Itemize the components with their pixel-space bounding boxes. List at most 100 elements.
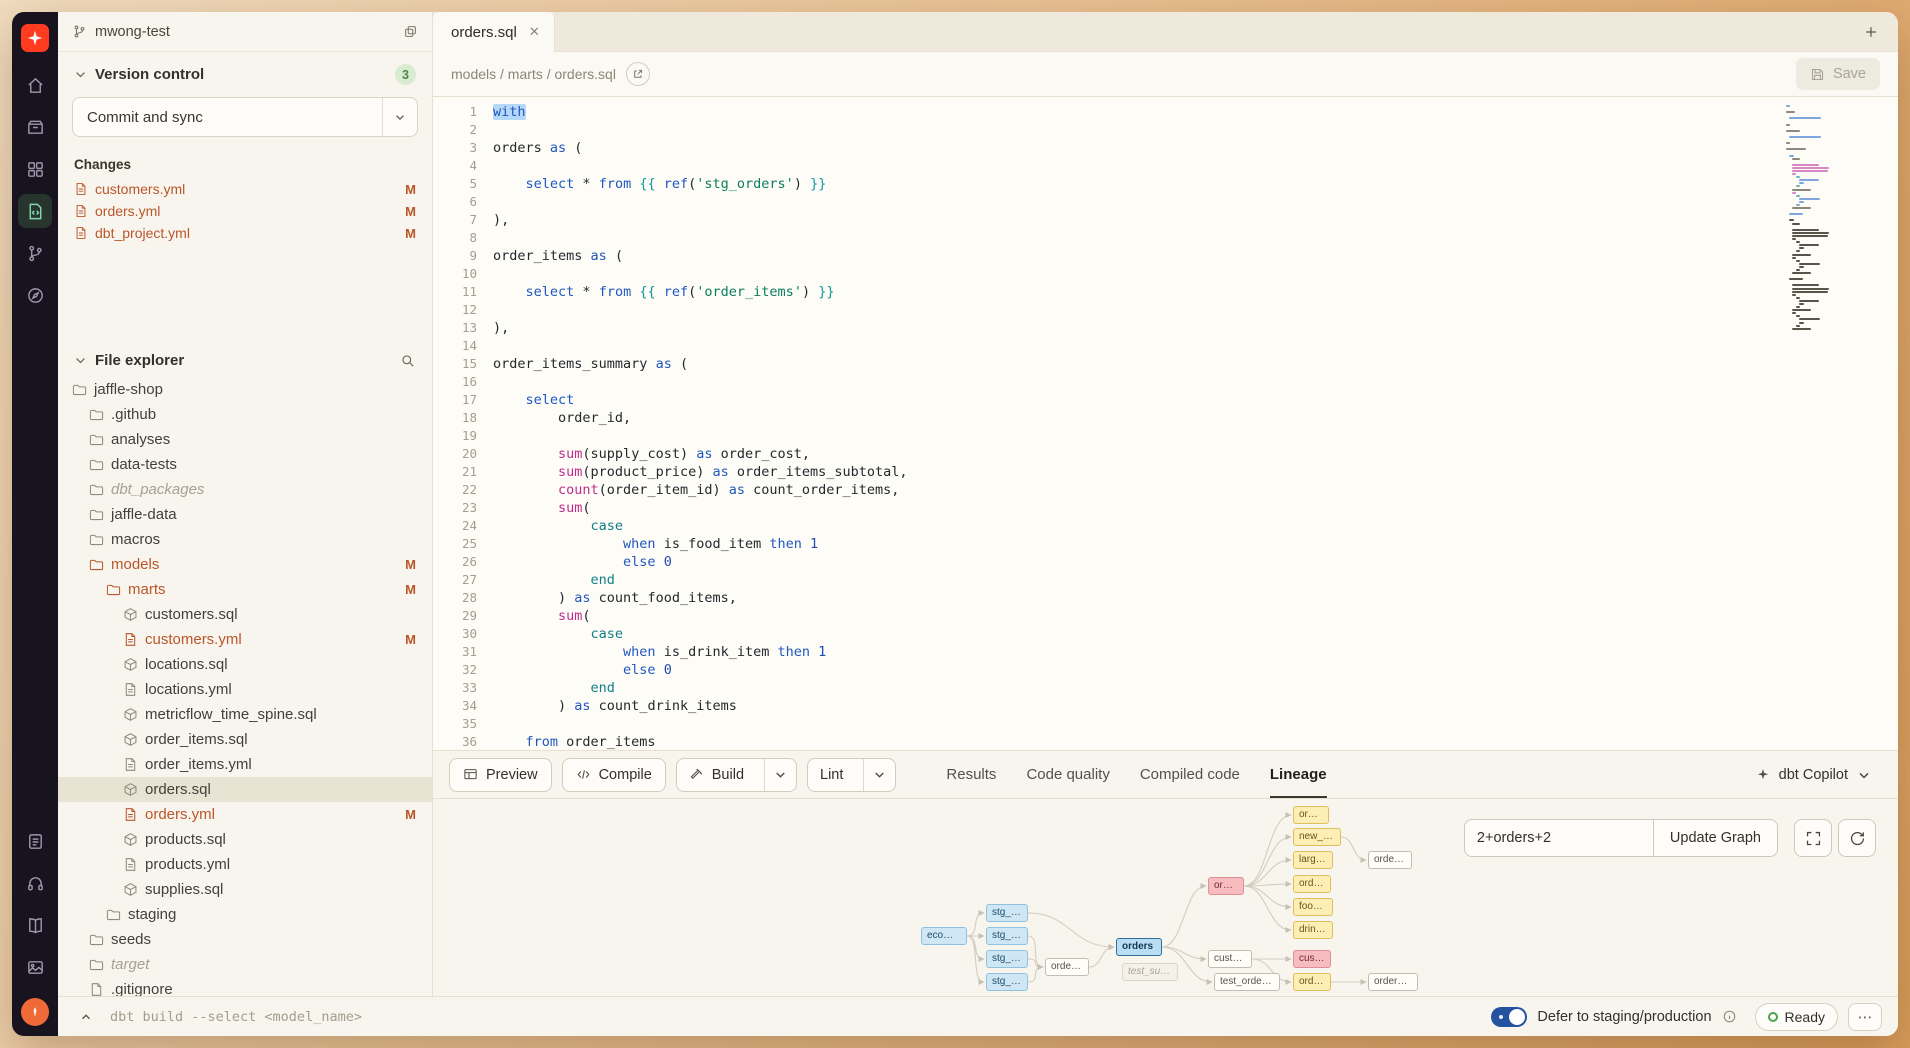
expand-command-bar-icon[interactable] — [74, 1005, 98, 1029]
changed-file-customers.yml[interactable]: customers.ymlM — [58, 178, 432, 200]
tree-file-customers.sql[interactable]: customers.sql — [58, 602, 432, 627]
tree-file-order_items.yml[interactable]: order_items.yml — [58, 752, 432, 777]
tree-folder-analyses[interactable]: analyses — [58, 427, 432, 452]
tasks-icon[interactable] — [18, 824, 52, 858]
code-lines: 1with23orders as (45 select * from {{ re… — [433, 103, 1898, 750]
compile-button[interactable]: Compile — [562, 758, 666, 792]
dbt-logo[interactable] — [21, 24, 49, 52]
file-explorer-header[interactable]: File explorer — [58, 340, 432, 377]
more-options-button[interactable]: ⋯ — [1848, 1003, 1882, 1031]
lineage-node-or_y[interactable]: or… — [1293, 806, 1329, 824]
lineage-node-test_order_items[interactable]: test_order_it… — [1214, 973, 1280, 991]
command-input[interactable]: dbt build --select <model_name> — [110, 1009, 362, 1025]
tree-file-products.sql[interactable]: products.sql — [58, 827, 432, 852]
tree-folder-jaffle-shop[interactable]: jaffle-shop — [58, 377, 432, 402]
tree-file-orders.yml[interactable]: orders.ymlM — [58, 802, 432, 827]
git-branch-icon[interactable] — [18, 236, 52, 270]
lineage-node-stg_3[interactable]: stg_… — [986, 950, 1028, 968]
save-button[interactable]: Save — [1796, 58, 1880, 90]
develop-icon[interactable] — [18, 194, 52, 228]
lineage-node-new_cu[interactable]: new_cu… — [1293, 828, 1341, 846]
preview-button[interactable]: Preview — [449, 758, 552, 792]
file-explorer-section: File explorer jaffle-shop.githubanalyses… — [58, 340, 432, 996]
lint-options-dropdown[interactable] — [863, 759, 895, 791]
lineage-node-ecom[interactable]: ecom… — [921, 927, 967, 945]
dbt-copilot-button[interactable]: dbt Copilot — [1745, 761, 1882, 789]
lineage-node-stg_4[interactable]: stg_… — [986, 973, 1028, 991]
minimap[interactable] — [1786, 105, 1840, 334]
tab-orders-sql[interactable]: orders.sql ✕ — [433, 12, 555, 52]
tree-file-.gitignore[interactable]: .gitignore — [58, 977, 432, 996]
commit-and-sync-button[interactable]: Commit and sync — [72, 97, 418, 137]
tree-folder-macros[interactable]: macros — [58, 527, 432, 552]
tree-file-order_items.sql[interactable]: order_items.sql — [58, 727, 432, 752]
build-button[interactable]: Build — [676, 758, 797, 792]
lineage-node-larg[interactable]: larg… — [1293, 851, 1333, 869]
info-icon[interactable] — [1722, 1009, 1737, 1024]
support-icon[interactable] — [18, 866, 52, 900]
lineage-node-test_supply[interactable]: test_supp… — [1122, 963, 1178, 981]
changed-file-orders.yml[interactable]: orders.ymlM — [58, 200, 432, 222]
tree-file-customers.yml[interactable]: customers.ymlM — [58, 627, 432, 652]
media-icon[interactable] — [18, 950, 52, 984]
tree-folder-seeds[interactable]: seeds — [58, 927, 432, 952]
lineage-node-cus_pink[interactable]: cus… — [1293, 950, 1331, 968]
lineage-node-orde1[interactable]: orde… — [1045, 958, 1089, 976]
lineage-node-orders[interactable]: orders — [1116, 938, 1162, 956]
lineage-node-ord_y2[interactable]: ord… — [1293, 973, 1331, 991]
tree-folder-models[interactable]: modelsM — [58, 552, 432, 577]
tree-file-supplies.sql[interactable]: supplies.sql — [58, 877, 432, 902]
lineage-node-stg_orders[interactable]: stg_o… — [986, 904, 1028, 922]
tree-folder-target[interactable]: target — [58, 952, 432, 977]
tree-file-metricflow_time_spine.sql[interactable]: metricflow_time_spine.sql — [58, 702, 432, 727]
lineage-node-order_w2[interactable]: order_… — [1368, 973, 1418, 991]
tab-lineage[interactable]: Lineage — [1270, 751, 1327, 798]
close-tab-icon[interactable]: ✕ — [529, 24, 540, 40]
tree-file-products.yml[interactable]: products.yml — [58, 852, 432, 877]
refresh-icon[interactable] — [1838, 819, 1876, 857]
lineage-node-orde2[interactable]: orde… — [1368, 851, 1412, 869]
lineage-node-cust[interactable]: cust… — [1208, 950, 1252, 968]
status-badge[interactable]: Ready — [1755, 1003, 1838, 1031]
commit-options-dropdown[interactable] — [382, 98, 417, 136]
new-tab-button[interactable] — [1856, 17, 1886, 47]
build-options-dropdown[interactable] — [764, 759, 796, 791]
tree-folder-dbt_packages[interactable]: dbt_packages — [58, 477, 432, 502]
tree-folder-staging[interactable]: staging — [58, 902, 432, 927]
yaml-icon — [123, 807, 138, 822]
apps-icon[interactable] — [18, 152, 52, 186]
tab-code-quality[interactable]: Code quality — [1026, 751, 1109, 798]
lineage-node-drin[interactable]: drin… — [1293, 921, 1333, 939]
tree-file-locations.sql[interactable]: locations.sql — [58, 652, 432, 677]
tab-compiled-code[interactable]: Compiled code — [1140, 751, 1240, 798]
version-control-header[interactable]: Version control 3 — [58, 52, 432, 93]
defer-toggle[interactable] — [1491, 1007, 1527, 1027]
home-icon[interactable] — [18, 68, 52, 102]
copy-branch-icon[interactable] — [403, 24, 418, 39]
view-docs-icon[interactable] — [626, 62, 650, 86]
fullscreen-icon[interactable] — [1794, 819, 1832, 857]
lineage-node-stg_2[interactable]: stg_… — [986, 927, 1028, 945]
tab-results[interactable]: Results — [946, 751, 996, 798]
tree-file-orders.sql[interactable]: orders.sql — [58, 777, 432, 802]
tree-folder-jaffle-data[interactable]: jaffle-data — [58, 502, 432, 527]
lint-button[interactable]: Lint — [807, 758, 896, 792]
code-editor[interactable]: 1with23orders as (45 select * from {{ re… — [433, 96, 1898, 750]
branch-header[interactable]: mwong-test — [58, 12, 432, 52]
tree-folder-data-tests[interactable]: data-tests — [58, 452, 432, 477]
warehouse-icon[interactable] — [18, 110, 52, 144]
search-icon[interactable] — [400, 353, 416, 369]
tree-folder-.github[interactable]: .github — [58, 402, 432, 427]
tree-file-locations.yml[interactable]: locations.yml — [58, 677, 432, 702]
changed-file-dbt_project.yml[interactable]: dbt_project.ymlM — [58, 222, 432, 244]
docs-icon[interactable] — [18, 908, 52, 942]
lineage-selector-input[interactable] — [1464, 819, 1654, 857]
user-avatar[interactable] — [21, 998, 49, 1026]
lineage-node-food[interactable]: food… — [1293, 898, 1333, 916]
branch-icon — [72, 24, 87, 39]
explore-icon[interactable] — [18, 278, 52, 312]
lineage-node-ord_y1[interactable]: ord… — [1293, 875, 1331, 893]
lineage-node-or_pink[interactable]: or… — [1208, 877, 1244, 895]
tree-folder-marts[interactable]: martsM — [58, 577, 432, 602]
update-graph-button[interactable]: Update Graph — [1653, 819, 1778, 857]
